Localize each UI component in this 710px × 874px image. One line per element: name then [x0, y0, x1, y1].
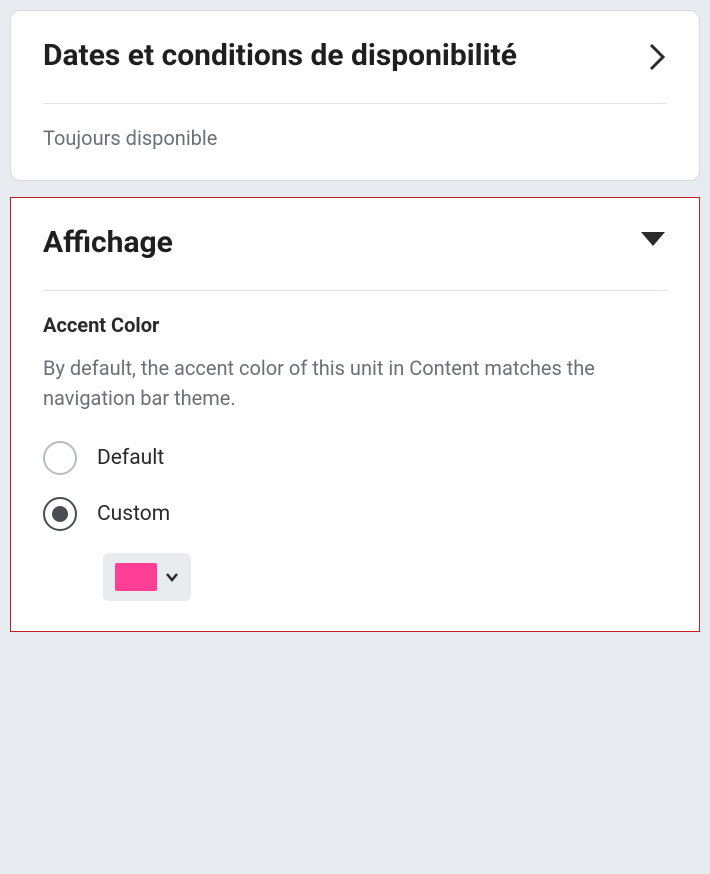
radio-dot [52, 506, 68, 522]
radio-icon [43, 441, 77, 475]
chevron-down-icon [165, 567, 179, 586]
accent-color-label: Accent Color [43, 313, 667, 337]
display-title: Affichage [43, 224, 623, 262]
radio-option-default[interactable]: Default [43, 441, 667, 475]
availability-header[interactable]: Dates et conditions de disponibilité [43, 37, 667, 75]
color-swatch [115, 563, 157, 591]
radio-label-default: Default [97, 446, 164, 470]
display-panel: Affichage Accent Color By default, the a… [10, 197, 700, 632]
radio-icon-selected [43, 497, 77, 531]
divider [43, 290, 667, 291]
accent-color-description: By default, the accent color of this uni… [43, 353, 603, 413]
availability-panel: Dates et conditions de disponibilité Tou… [10, 10, 700, 181]
radio-label-custom: Custom [97, 502, 170, 526]
display-header[interactable]: Affichage [43, 224, 667, 262]
chevron-down-icon [639, 230, 667, 252]
availability-title: Dates et conditions de disponibilité [43, 37, 631, 75]
divider [43, 103, 667, 104]
chevron-right-icon [647, 43, 667, 75]
radio-option-custom[interactable]: Custom [43, 497, 667, 531]
availability-status: Toujours disponible [43, 126, 667, 150]
color-picker-button[interactable] [103, 553, 191, 601]
